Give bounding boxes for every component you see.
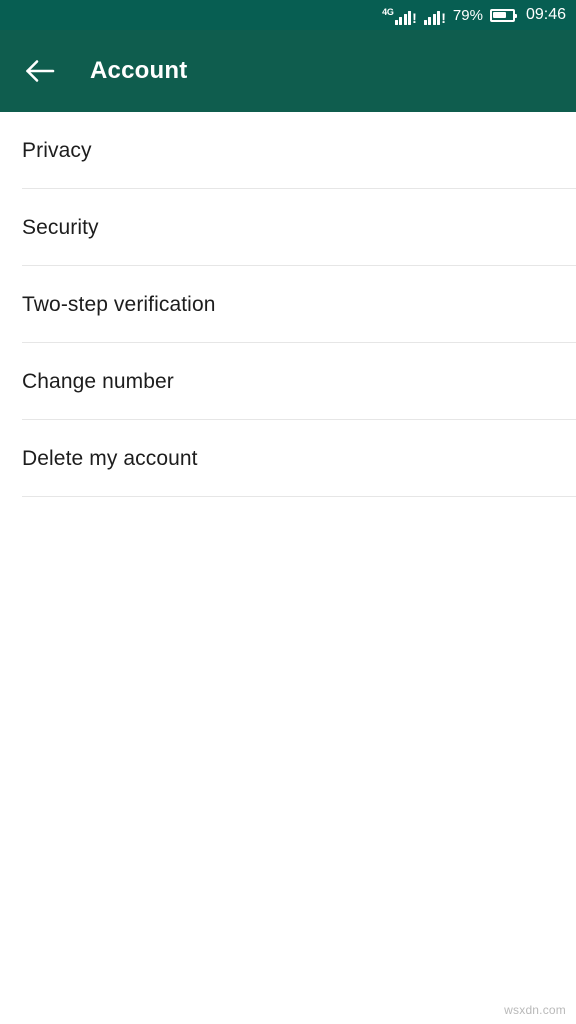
app-bar: Account	[0, 30, 576, 112]
list-item-label: Delete my account	[22, 446, 198, 470]
list-item[interactable]: Security	[0, 189, 576, 266]
battery-percent-label: 79%	[452, 6, 483, 24]
signal-bars-icon	[423, 10, 441, 25]
page-title: Account	[90, 57, 188, 84]
list-item[interactable]: Delete my account	[0, 420, 576, 497]
battery-fill	[493, 12, 507, 18]
list-item[interactable]: Privacy	[0, 112, 576, 189]
sim1-alert-icon: !	[412, 9, 417, 26]
phone-screen: 4G ! ! 79% 09:46 Account Privacy Securit…	[0, 0, 576, 1024]
battery-icon	[489, 8, 517, 22]
list-divider	[22, 496, 576, 497]
list-item-label: Two-step verification	[22, 292, 216, 316]
signal-indicator-sim2: !	[423, 6, 446, 26]
list-item-label: Security	[22, 215, 99, 239]
sim2-alert-icon: !	[441, 9, 446, 26]
list-item-label: Privacy	[22, 138, 92, 162]
arrow-left-icon	[26, 60, 55, 82]
clock-label: 09:46	[525, 6, 566, 23]
status-bar: 4G ! ! 79% 09:46	[0, 0, 576, 30]
list-item[interactable]: Two-step verification	[0, 266, 576, 343]
signal-indicator-sim1: 4G !	[382, 6, 417, 25]
back-button[interactable]	[8, 39, 72, 103]
watermark: wsxdn.com	[504, 1003, 566, 1017]
network-type-label: 4G	[382, 6, 394, 17]
settings-list: Privacy Security Two-step verification Chan…	[0, 112, 576, 497]
status-bar-indicators: 4G ! ! 79% 09:46	[382, 6, 566, 25]
signal-bars-icon	[394, 10, 412, 25]
list-item-label: Change number	[22, 369, 174, 393]
list-item[interactable]: Change number	[0, 343, 576, 420]
